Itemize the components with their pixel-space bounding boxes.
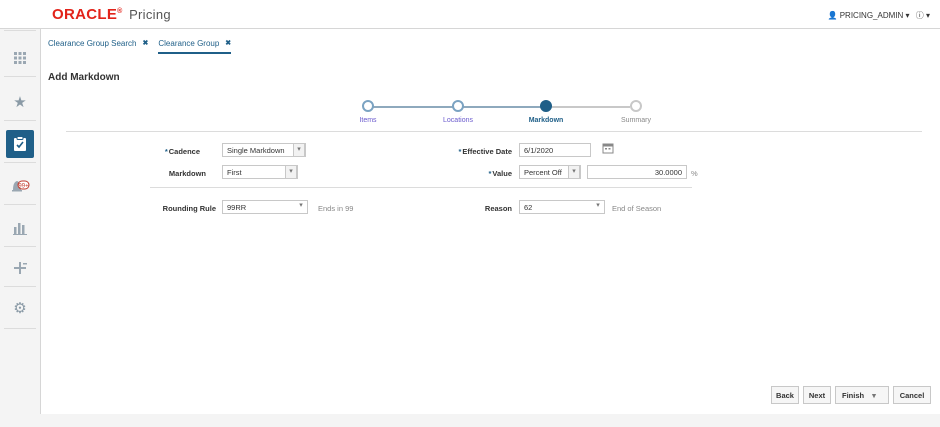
notifications-bell-icon[interactable]: 99+: [6, 172, 34, 200]
reports-chart-icon[interactable]: [6, 214, 34, 242]
reason-hint: End of Season: [612, 204, 662, 213]
cadence-label: *Cadence: [164, 147, 200, 156]
effective-date-label: *Effective Date: [458, 147, 512, 156]
markdown-label: Markdown: [168, 169, 206, 178]
nav-divider: [4, 204, 36, 205]
field-divider: [150, 187, 430, 188]
train-track: [460, 106, 542, 108]
train-label-locations[interactable]: Locations: [428, 117, 488, 124]
left-nav: ☰ ★ 99+ ⚙: [0, 0, 41, 427]
add-plus-icon[interactable]: [6, 254, 34, 282]
tab-clearance-group[interactable]: Clearance Group ✖: [158, 39, 232, 54]
value-unit: %: [691, 169, 698, 178]
section-divider: [66, 131, 922, 132]
nav-divider: [4, 246, 36, 247]
chevron-down-icon: ▾: [905, 11, 910, 20]
markdown-select[interactable]: First ▾: [222, 165, 298, 179]
train-label-markdown[interactable]: Markdown: [516, 117, 576, 124]
tasks-clipboard-icon[interactable]: [6, 130, 34, 158]
product-name: Pricing: [129, 7, 171, 22]
train-label-summary[interactable]: Summary: [606, 117, 666, 124]
favorites-star-icon[interactable]: ★: [6, 88, 34, 116]
page-title: Add Markdown: [48, 72, 120, 83]
train-stop-items[interactable]: [362, 100, 374, 112]
nav-divider: [4, 328, 36, 329]
value-amount-input[interactable]: 30.0000: [587, 165, 687, 179]
nav-divider: [4, 162, 36, 163]
train-label-items[interactable]: Items: [338, 117, 398, 124]
status-bar: [40, 414, 940, 427]
train-track: [548, 106, 630, 108]
train-stop-locations[interactable]: [452, 100, 464, 112]
user-menu[interactable]: 👤 PRICING_ADMIN ▾ ⓘ ▾: [828, 10, 931, 21]
user-icon: 👤: [827, 11, 838, 20]
next-button[interactable]: Next: [803, 386, 831, 404]
rounding-hint: Ends in 99: [318, 204, 354, 213]
cadence-select[interactable]: Single Markdown ▾: [222, 143, 306, 157]
chevron-down-icon: ▾: [568, 165, 580, 179]
chevron-down-icon: ▾: [285, 165, 297, 179]
rounding-rule-select[interactable]: 99RR ▾: [222, 200, 308, 214]
value-type-select[interactable]: Percent Off ▾: [519, 165, 581, 179]
close-icon[interactable]: ✖: [143, 39, 149, 48]
nav-divider: [4, 120, 36, 121]
nav-divider: [4, 76, 36, 77]
cancel-button[interactable]: Cancel: [893, 386, 931, 404]
back-button[interactable]: Back: [771, 386, 799, 404]
svg-text:99+: 99+: [18, 183, 29, 189]
top-header: ORACLE® Pricing 👤 PRICING_ADMIN ▾ ⓘ ▾: [0, 0, 940, 29]
oracle-logo: ORACLE® Pricing: [52, 6, 171, 23]
tab-bar: Clearance Group Search ✖ Clearance Group…: [48, 39, 232, 57]
finish-button[interactable]: Finish ▾: [835, 386, 889, 404]
value-label: *Value: [488, 169, 512, 178]
rounding-rule-label: Rounding Rule: [162, 204, 216, 213]
close-icon[interactable]: ✖: [225, 39, 231, 48]
train-stop-summary[interactable]: [630, 100, 642, 112]
reason-label: Reason: [484, 204, 512, 213]
settings-gear-icon[interactable]: ⚙: [6, 294, 34, 322]
reason-select[interactable]: 62 ▾: [519, 200, 605, 214]
train-stop-markdown[interactable]: [540, 100, 552, 112]
calendar-icon[interactable]: [602, 142, 616, 156]
chevron-down-icon[interactable]: ▾: [872, 391, 876, 400]
help-icon[interactable]: ⓘ: [916, 11, 924, 20]
chevron-down-icon: ▾: [293, 143, 305, 157]
chevron-down-icon: ▾: [596, 202, 600, 209]
apps-grid-icon[interactable]: [6, 44, 34, 72]
nav-divider: [4, 30, 36, 31]
nav-divider: [4, 286, 36, 287]
chevron-down-icon: ▾: [299, 202, 303, 209]
progress-train: Items Locations Markdown Summary: [340, 95, 670, 130]
effective-date-input[interactable]: 6/1/2020: [519, 143, 591, 157]
field-divider: [430, 187, 692, 188]
chevron-down-icon: ▾: [925, 11, 930, 20]
tab-clearance-group-search[interactable]: Clearance Group Search ✖: [48, 39, 148, 52]
train-track: [370, 106, 454, 108]
